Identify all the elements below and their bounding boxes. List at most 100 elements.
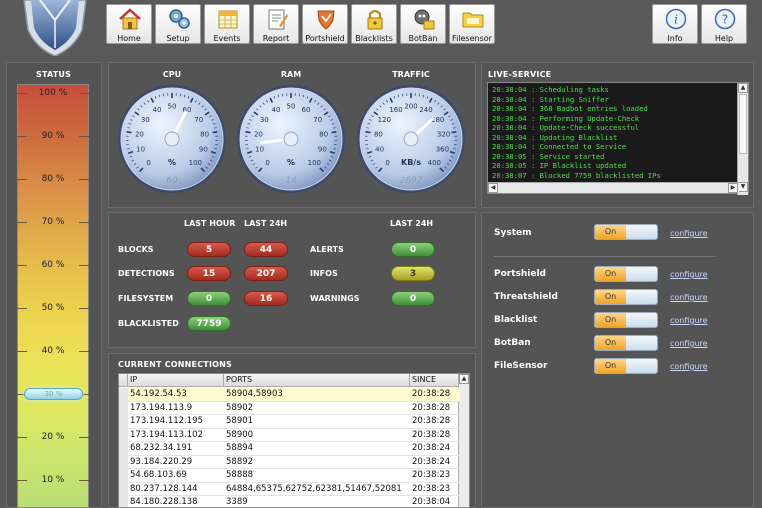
ports-cell: 58892 <box>224 456 410 469</box>
alerts-badge: 0 <box>391 242 435 257</box>
gauge-tick-label: 320 <box>437 130 450 138</box>
system-configure-link[interactable]: configure <box>670 229 708 238</box>
connections-table[interactable]: IP PORTS SINCE ▲ 54.192.54.53 58904,58903… <box>118 373 470 508</box>
svg-text:?: ? <box>722 13 728 27</box>
live-service-title: LIVE-SERVICE <box>488 70 552 79</box>
gauge-readout: 2697 <box>400 176 423 186</box>
table-row[interactable]: 173.194.113.9 58902 20:38:28 <box>119 401 460 415</box>
log-horizontal-scrollbar[interactable]: ◀ ▶ <box>488 182 739 193</box>
report-icon <box>268 9 288 30</box>
table-row[interactable]: 173.194.112.195 58901 20:38:28 <box>119 415 460 429</box>
since-cell: 20:38:24 <box>410 442 460 456</box>
table-scroll-up-button[interactable]: ▲ <box>459 374 469 384</box>
status-tick: 10 % <box>17 475 89 485</box>
log-scroll-thumb[interactable] <box>739 94 747 154</box>
threatshield-configure-link[interactable]: configure <box>670 293 708 302</box>
log-line: 20:38:04 : Updating Blacklist <box>492 132 618 142</box>
gauge-tick <box>212 131 218 134</box>
threatshield-label: Threatshield <box>494 292 558 302</box>
ram-gauge: 010 20 3040 50 6070 80 90 100% 14 <box>237 85 345 193</box>
log-scroll-left-button[interactable]: ◀ <box>488 183 498 193</box>
log-scroll-right-button[interactable]: ▶ <box>728 183 738 193</box>
info-icon: i <box>665 8 687 30</box>
portshield-toggle[interactable]: On <box>594 266 658 282</box>
ports-cell: 58902 <box>224 402 410 415</box>
blacklist-toggle[interactable]: On <box>594 312 658 328</box>
blacklisted-badge: 7759 <box>187 316 231 331</box>
gauge-tick-label: 70 <box>194 116 203 124</box>
home-icon <box>119 8 141 30</box>
report-button[interactable]: Report <box>253 4 299 44</box>
gauge-tick-label: 100 <box>189 159 202 167</box>
portshield-button[interactable]: Portshield <box>302 4 348 44</box>
botban-toggle[interactable]: On <box>594 335 658 351</box>
filesensor-configure-link[interactable]: configure <box>670 362 708 371</box>
home-button[interactable]: Home <box>106 4 152 44</box>
ram-gauge-title: RAM <box>280 70 302 79</box>
gauge-hub <box>403 131 419 147</box>
status-tick: 100 % <box>17 88 89 98</box>
ports-cell: 58894 <box>224 442 410 456</box>
table-row[interactable]: 54.192.54.53 58904,58903 20:38:28 <box>119 388 460 402</box>
system-toggle[interactable]: On <box>594 224 658 240</box>
botban-label: BotBan <box>408 34 438 43</box>
table-row[interactable]: 93.184.220.29 58892 20:38:24 <box>119 455 460 469</box>
home-label: Home <box>117 34 141 43</box>
help-label: Help <box>714 34 734 43</box>
gauge-tick-label: 360 <box>436 146 449 154</box>
gauge-tick <box>451 131 457 134</box>
gauge-tick-label: 400 <box>428 159 441 167</box>
filesystem-hour-badge: 0 <box>187 291 231 306</box>
gauge-tick-label: 50 <box>168 103 177 111</box>
botban-button[interactable]: BotBan <box>400 4 446 44</box>
status-level-marker: 30 % <box>24 388 83 400</box>
gauge-tick-label: 30 <box>260 116 269 124</box>
log-scroll-up-button[interactable]: ▲ <box>738 83 748 93</box>
portshield-label: Portshield <box>494 269 547 279</box>
help-button[interactable]: ? Help <box>701 4 747 44</box>
filesensor-button[interactable]: Filesensor <box>449 4 495 44</box>
status-tick: 20 % <box>17 432 89 442</box>
status-tick: 70 % <box>17 217 89 227</box>
filesensor-toggle[interactable]: On <box>594 358 658 374</box>
log-scroll-down-button[interactable]: ▼ <box>738 182 748 192</box>
blacklist-configure-link[interactable]: configure <box>670 316 708 325</box>
table-row[interactable]: 80.237.128.144 64884,65375,62752,62381,51… <box>119 482 460 496</box>
gauge-tick-label: 50 <box>287 103 296 111</box>
ports-cell: 64884,65375,62752,62381,51467,52081 <box>224 483 410 496</box>
threatshield-toggle[interactable]: On <box>594 289 658 305</box>
since-cell: 20:38:04 <box>410 496 460 507</box>
since-column-header[interactable]: SINCE <box>410 374 460 387</box>
log-vertical-scrollbar[interactable]: ▲ ▼ <box>737 83 748 195</box>
log-line: 20:38:04 : Performing Update-Check <box>492 113 640 123</box>
table-row[interactable]: 68.232.34.191 58894 20:38:24 <box>119 442 460 456</box>
gauge-tick-label: 200 <box>404 103 417 111</box>
events-button[interactable]: Events <box>204 4 250 44</box>
gauge-tick-label: 0 <box>146 159 150 167</box>
blacklists-button[interactable]: Blacklists <box>351 4 397 44</box>
gauge-tick-label: 120 <box>378 116 391 124</box>
since-cell: 20:38:24 <box>410 456 460 469</box>
gauge-tick-label: 100 <box>308 159 321 167</box>
gauge-readout: 60 <box>166 176 178 186</box>
botban-configure-link[interactable]: configure <box>670 339 708 348</box>
portshield-configure-link[interactable]: configure <box>670 270 708 279</box>
live-service-log[interactable]: 20:38:04 : Scheduling tasks 20:38:04 : St… <box>487 82 749 195</box>
gauge-tick-label: 70 <box>313 116 322 124</box>
table-row[interactable]: 173.194.113.102 58900 20:38:28 <box>119 428 460 442</box>
infos-label: INFOS <box>310 269 338 278</box>
gauge-unit: KB/s <box>401 158 421 167</box>
info-button[interactable]: i Info <box>652 4 698 44</box>
ports-cell: 58900 <box>224 429 410 442</box>
setup-button[interactable]: Setup <box>155 4 201 44</box>
ip-cell: 68.232.34.191 <box>128 442 224 456</box>
ports-column-header[interactable]: PORTS <box>224 374 410 387</box>
ip-column-header[interactable]: IP <box>128 374 224 387</box>
blacklisted-label: BLACKLISTED <box>118 319 179 328</box>
gauge-tick-label: 0 <box>385 159 389 167</box>
gauge-tick-label: 80 <box>200 130 209 138</box>
log-line: 20:38:07 : Blocked 7759 blacklisted IPs <box>492 170 661 180</box>
table-row[interactable]: 84.180.228.138 3389 20:38:04 <box>119 496 460 507</box>
gauge-tick-label: 80 <box>374 130 383 138</box>
table-row[interactable]: 54.68.103.69 58888 20:38:23 <box>119 469 460 483</box>
